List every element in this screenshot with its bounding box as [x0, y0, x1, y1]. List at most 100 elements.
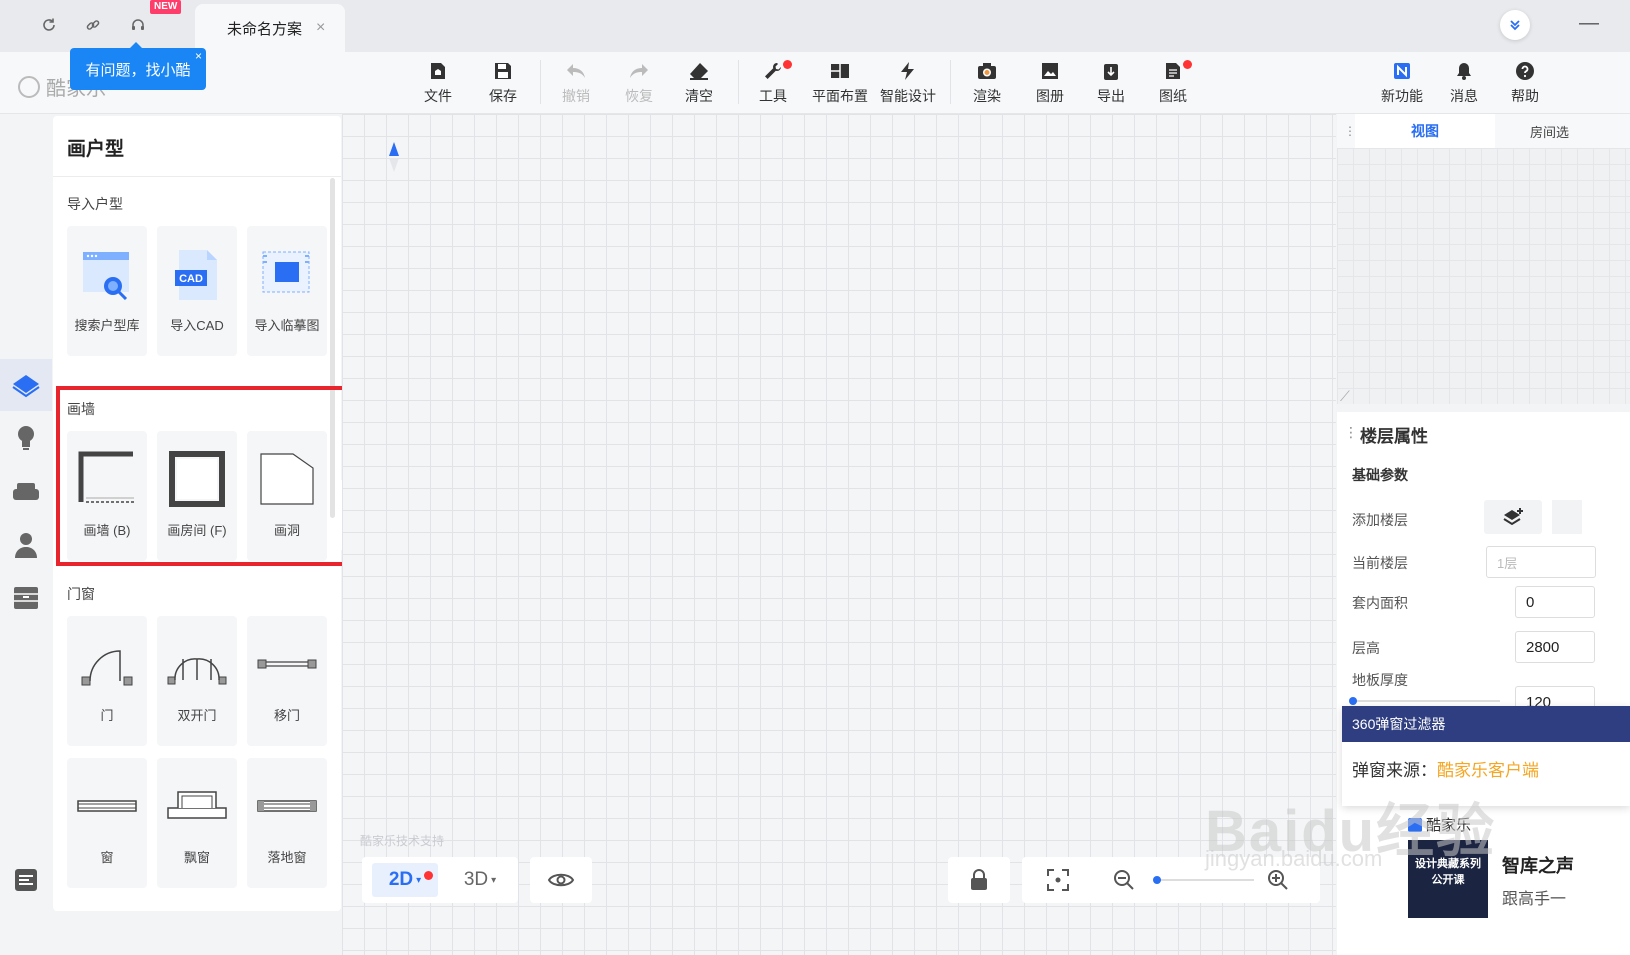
zoom-slider-handle[interactable]	[1153, 876, 1161, 884]
smart-design-button[interactable]: 智能设计	[876, 60, 940, 110]
redo-label: 恢复	[625, 88, 653, 104]
lock-button[interactable]	[948, 857, 1010, 903]
window-tab-bar: NEW 未命名方案 × —	[0, 0, 1630, 52]
double-door-icon	[165, 632, 229, 696]
link-icon[interactable]	[80, 12, 106, 38]
sofa-category-icon[interactable]	[0, 466, 52, 518]
import-cad-card[interactable]: CAD 导入CAD	[157, 226, 237, 356]
export-label: 导出	[1097, 88, 1125, 104]
notification-dot	[424, 871, 433, 880]
person-category-icon[interactable]	[0, 519, 52, 571]
add-floor-button[interactable]	[1484, 500, 1542, 534]
current-floor-select[interactable]: 1层	[1486, 546, 1596, 578]
album-button[interactable]: 图册	[1021, 60, 1079, 110]
export-icon	[1100, 60, 1122, 82]
sliding-door-icon	[255, 632, 319, 696]
bell-icon	[1453, 60, 1475, 82]
new-features-label: 新功能	[1381, 88, 1423, 104]
lightning-icon	[897, 60, 919, 82]
current-floor-label: 当前楼层	[1352, 555, 1408, 571]
eye-icon	[547, 873, 575, 887]
floorplan-category-icon[interactable]	[0, 359, 52, 411]
zoom-in-icon[interactable]	[1266, 868, 1290, 897]
cad-badge-text: CAD	[179, 273, 203, 285]
chevron-down-icon: ▾	[416, 874, 422, 886]
fit-view-icon[interactable]	[1046, 868, 1070, 897]
close-tab-icon[interactable]: ×	[316, 19, 325, 37]
mode-3d-button[interactable]: 3D ▾	[450, 863, 510, 897]
zoom-out-icon[interactable]	[1112, 868, 1136, 897]
floor-properties-title: 楼层属性	[1360, 427, 1428, 446]
door-label: 门	[100, 708, 114, 723]
chevron-down-icon: ▾	[491, 874, 497, 886]
door-card[interactable]: 门	[67, 616, 147, 746]
tab-room-select[interactable]: 房间选	[1530, 122, 1569, 141]
tools-button[interactable]: 工具	[744, 60, 802, 110]
floor-height-label: 层高	[1352, 640, 1380, 656]
minimize-window-icon[interactable]: —	[1574, 10, 1604, 40]
file-button[interactable]: 文件	[409, 60, 467, 110]
door-window-section-title: 门窗	[67, 586, 95, 602]
door-icon	[75, 632, 139, 696]
visibility-button[interactable]	[530, 857, 592, 903]
slider-handle[interactable]	[1349, 697, 1357, 705]
drawings-button[interactable]: 图纸	[1144, 60, 1202, 110]
sliding-door-label: 移门	[273, 708, 300, 723]
search-floorplan-card[interactable]: 搜索户型库	[67, 226, 147, 356]
layers-menu-icon[interactable]	[0, 854, 52, 906]
drag-handle-icon[interactable]: ⋮	[1344, 424, 1358, 441]
redo-button[interactable]: 恢复	[610, 60, 668, 110]
popup-header: 360弹窗过滤器	[1342, 706, 1630, 742]
wrench-icon	[762, 60, 784, 82]
window-card[interactable]: 窗	[67, 758, 147, 888]
inner-area-field[interactable]: 0	[1515, 586, 1595, 618]
help-icon	[1514, 60, 1536, 82]
render-label: 渲染	[973, 88, 1001, 104]
save-label: 保存	[489, 88, 517, 104]
double-door-card[interactable]: 双开门	[157, 616, 237, 746]
bay-window-card[interactable]: 飘窗	[157, 758, 237, 888]
zoom-slider[interactable]	[1154, 879, 1254, 881]
french-window-card[interactable]: 落地窗	[247, 758, 327, 888]
messages-label: 消息	[1450, 88, 1478, 104]
tooltip-arrow	[130, 42, 142, 48]
floor-height-field[interactable]: 2800	[1515, 631, 1595, 663]
ad-title[interactable]: 智库之声	[1502, 852, 1574, 878]
help-button[interactable]: 帮助	[1496, 60, 1554, 110]
mode-2d-button[interactable]: 2D ▾	[372, 863, 438, 897]
slab-thickness-label: 地板厚度	[1352, 672, 1408, 688]
drawing-canvas[interactable]	[342, 114, 1336, 955]
cabinet-category-icon[interactable]	[0, 572, 52, 624]
clear-button[interactable]: 清空	[670, 60, 728, 110]
new-features-button[interactable]: 新功能	[1373, 60, 1431, 110]
undo-button[interactable]: 撤销	[547, 60, 605, 110]
help-tooltip[interactable]: 有问题，找小酷 ×	[70, 42, 206, 90]
new-badge: NEW	[150, 0, 182, 14]
headset-icon[interactable]	[125, 12, 151, 38]
tech-support-text: 酷家乐技术支持	[360, 834, 445, 848]
sliding-door-card[interactable]: 移门	[247, 616, 327, 746]
render-button[interactable]: 渲染	[958, 60, 1016, 110]
save-button[interactable]: 保存	[474, 60, 532, 110]
close-tooltip-icon[interactable]: ×	[195, 49, 202, 63]
double-door-label: 双开门	[177, 708, 217, 723]
toolbar-divider	[950, 60, 951, 104]
panel-divider	[53, 176, 341, 177]
collapse-toolbar-icon[interactable]	[1500, 10, 1530, 40]
bay-window-label: 飘窗	[183, 850, 210, 865]
resize-grip-icon[interactable]: ⟋	[1340, 388, 1350, 405]
floorplan-layout-button[interactable]: 平面布置	[808, 60, 872, 110]
import-trace-card[interactable]: 导入临摹图	[247, 226, 327, 356]
3d-preview[interactable]	[1337, 148, 1630, 404]
document-tab[interactable]: 未命名方案 ×	[195, 4, 345, 52]
main-toolbar: 文件 保存 撤销 恢复 清空 工具 平面布置 智能设计 渲染 图册 导出 图纸 …	[0, 52, 1630, 114]
slab-thickness-slider[interactable]	[1350, 700, 1500, 702]
lightbulb-category-icon[interactable]	[0, 412, 52, 464]
tab-view[interactable]: 视图	[1355, 114, 1495, 148]
popup-source-value[interactable]: 酷家乐客户端	[1437, 761, 1539, 780]
messages-button[interactable]: 消息	[1435, 60, 1493, 110]
layout-icon	[829, 60, 851, 82]
export-button[interactable]: 导出	[1082, 60, 1140, 110]
refresh-icon[interactable]	[36, 12, 62, 38]
floor-option-button[interactable]	[1552, 500, 1582, 534]
